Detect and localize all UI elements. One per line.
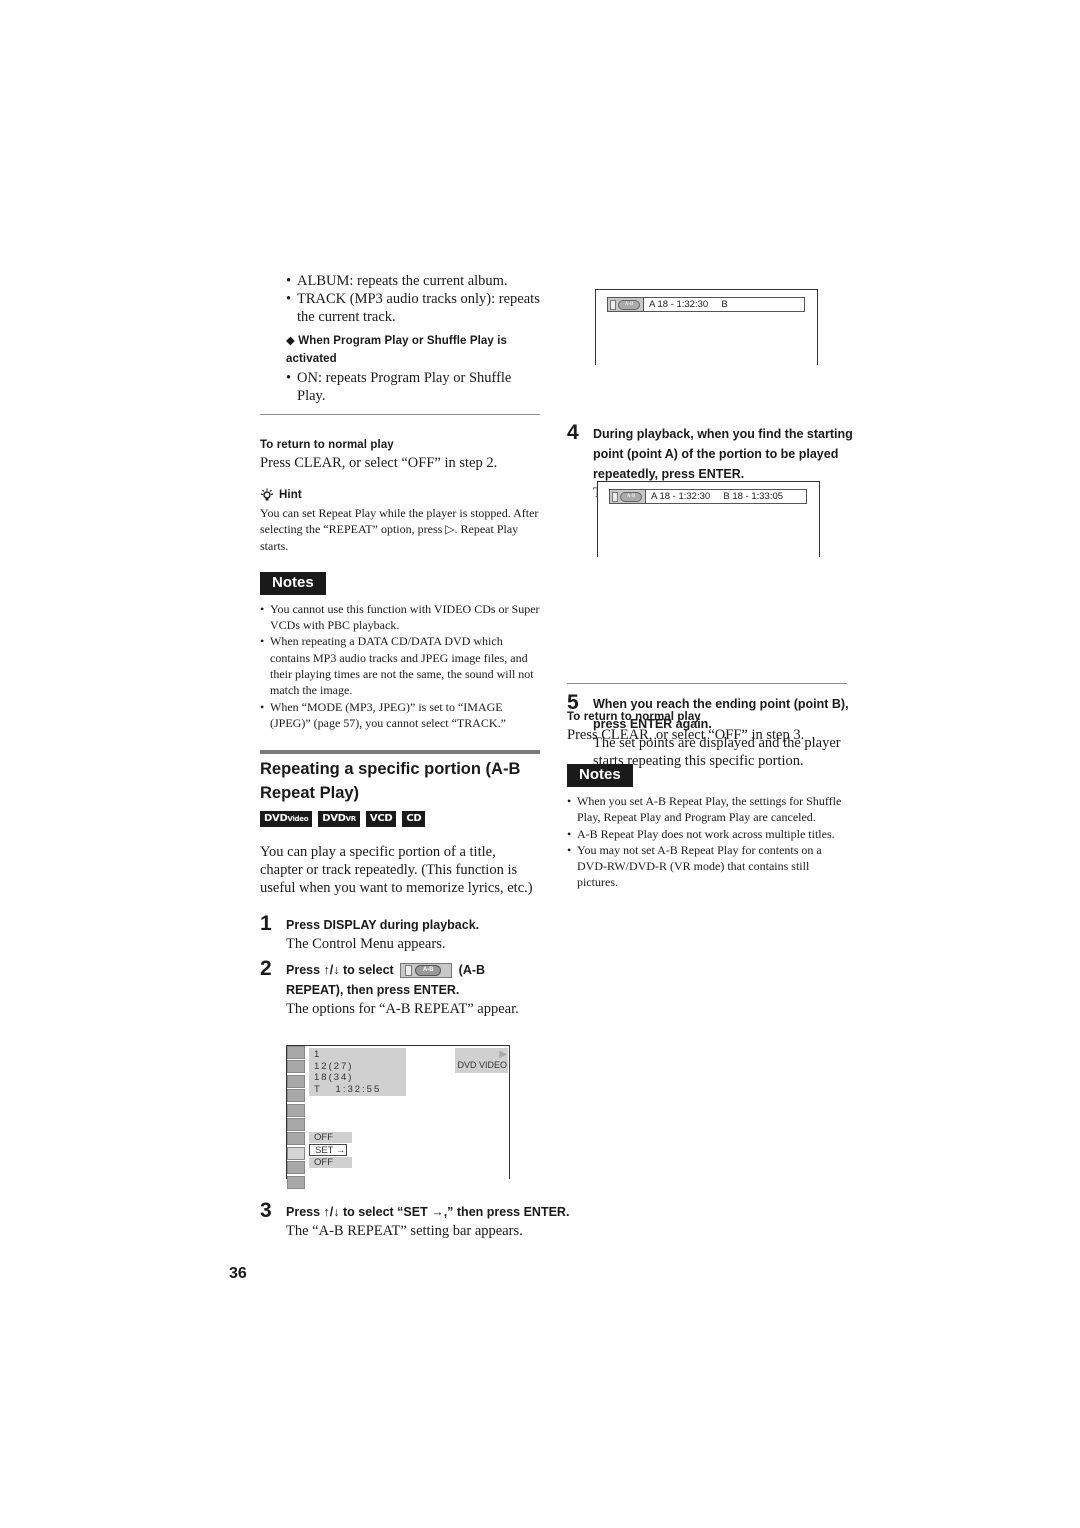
program-shuffle-heading: ◆ When Program Play or Shuffle Play is a… — [286, 335, 507, 365]
ab-repeat-icon: A-B — [400, 963, 453, 979]
note-item: When you set A-B Repeat Play, the settin… — [567, 793, 847, 826]
repeat-options-list: ALBUM: repeats the current album. TRACK … — [286, 272, 540, 326]
disc-badge-dvd-vr: DVDVR — [318, 811, 360, 828]
program-shuffle-options: ON: repeats Program Play or Shuffle Play… — [286, 369, 540, 405]
hint-text: You can set Repeat Play while the player… — [260, 506, 539, 553]
option-off[interactable]: OFF — [309, 1132, 352, 1143]
step-body: The “A-B REPEAT” setting bar appears. — [286, 1223, 523, 1239]
step-number: 4 — [567, 421, 579, 444]
divider — [567, 683, 847, 684]
lightbulb-icon — [260, 488, 274, 501]
ab-repeat-menu-icon — [287, 1146, 305, 1160]
play-icon: ▶ — [499, 1049, 507, 1060]
control-menu-icons — [287, 1046, 305, 1190]
notes-list: You cannot use this function with VIDEO … — [260, 601, 540, 731]
left-column: ALBUM: repeats the current album. TRACK … — [260, 272, 540, 1018]
section-title: Repeating a specific portion (A-B Repeat… — [260, 760, 521, 803]
disc-type-badges: DVDVideo DVDVR VCD CD — [260, 811, 540, 828]
menu-icon — [287, 1103, 305, 1117]
ab-repeat-setting-bar: A-B A 18 - 1:32:30 B — [607, 297, 805, 312]
note-item: A-B Repeat Play does not work across mul… — [567, 826, 847, 843]
ab-points-text: A 18 - 1:32:30 B 18 - 1:33:05 — [651, 491, 784, 502]
disc-badge-cd: CD — [402, 811, 426, 828]
menu-icon — [287, 1074, 305, 1088]
menu-icon — [287, 1132, 305, 1146]
step-body: The options for “A-B REPEAT” appear. — [286, 1001, 519, 1018]
menu-icon — [287, 1089, 305, 1103]
step-number: 3 — [260, 1199, 272, 1222]
note-item: When “MODE (MP3, JPEG)” is set to “IMAGE… — [260, 699, 540, 732]
disc-badge-dvd-video: DVDVideo — [260, 811, 313, 828]
control-menu-screen: 1 12(27) 18(34) T 1:32:55 ▶ DVD VIDEO OF… — [286, 1045, 510, 1189]
step-3: 3 Press ↑/↓ to select “SET →,” then pres… — [260, 1199, 571, 1240]
right-lower: To return to normal play Press CLEAR, or… — [567, 708, 847, 891]
ab-repeat-screen-2: A-B A 18 - 1:32:30 B 18 - 1:33:05 — [597, 481, 820, 557]
notes-badge: Notes — [260, 571, 540, 595]
step-1: 1 Press DISPLAY during playback. The Con… — [260, 912, 540, 953]
step-2: 2 Press ↑/↓ to select A-B (A-B REPEAT), … — [260, 957, 540, 1018]
list-item: ALBUM: repeats the current album. — [286, 272, 540, 290]
step-title: Press ↑/↓ to select A-B (A-B REPEAT), th… — [286, 963, 486, 998]
option-off[interactable]: OFF — [309, 1157, 352, 1168]
return-text: Press CLEAR, or select “OFF” in step 3. — [567, 727, 805, 743]
page-number: 36 — [229, 1265, 247, 1282]
disc-label: DVD VIDEO — [457, 1060, 507, 1070]
disc-status: ▶ DVD VIDEO — [455, 1048, 508, 1073]
step-title: During playback, when you find the start… — [593, 427, 853, 481]
disc-badge-vcd: VCD — [365, 811, 397, 828]
ab-repeat-icon: A-B — [610, 490, 646, 503]
ab-repeat-setting-bar: A-B A 18 - 1:32:30 B 18 - 1:33:05 — [609, 489, 807, 504]
note-item: You cannot use this function with VIDEO … — [260, 601, 540, 634]
menu-icon — [287, 1175, 305, 1189]
option-set[interactable]: SET → — [309, 1144, 347, 1156]
list-item: ON: repeats Program Play or Shuffle Play… — [286, 369, 540, 405]
divider — [260, 414, 540, 415]
menu-icon — [287, 1046, 305, 1059]
note-item: You may not set A-B Repeat Play for cont… — [567, 842, 847, 891]
diamond-icon: ◆ — [286, 335, 295, 347]
step-title: Press ↑/↓ to select “SET →,” then press … — [286, 1205, 570, 1219]
hint-heading: Hint — [260, 486, 540, 504]
notes-list: When you set A-B Repeat Play, the settin… — [567, 793, 847, 891]
menu-icon — [287, 1161, 305, 1175]
section-intro: You can play a specific portion of a tit… — [260, 844, 533, 897]
ab-repeat-screen-1: A-B A 18 - 1:32:30 B — [595, 289, 818, 365]
return-text: Press CLEAR, or select “OFF” in step 2. — [260, 455, 498, 471]
step-title: Press DISPLAY during playback. — [286, 918, 480, 933]
return-heading: To return to normal play — [260, 439, 394, 451]
notes-badge: Notes — [567, 764, 847, 787]
return-heading: To return to normal play — [567, 711, 701, 723]
menu-icon — [287, 1060, 305, 1074]
list-item: TRACK (MP3 audio tracks only): repeats t… — [286, 290, 540, 326]
step-number: 2 — [260, 957, 272, 981]
playback-info: 1 12(27) 18(34) T 1:32:55 — [309, 1048, 406, 1096]
section-divider — [260, 750, 540, 755]
step-number: 1 — [260, 912, 272, 936]
ab-repeat-icon: A-B — [608, 298, 644, 311]
step-body: The Control Menu appears. — [286, 936, 446, 953]
note-item: When repeating a DATA CD/DATA DVD which … — [260, 633, 540, 698]
menu-icon — [287, 1117, 305, 1131]
ab-points-text: A 18 - 1:32:30 B — [649, 299, 728, 310]
